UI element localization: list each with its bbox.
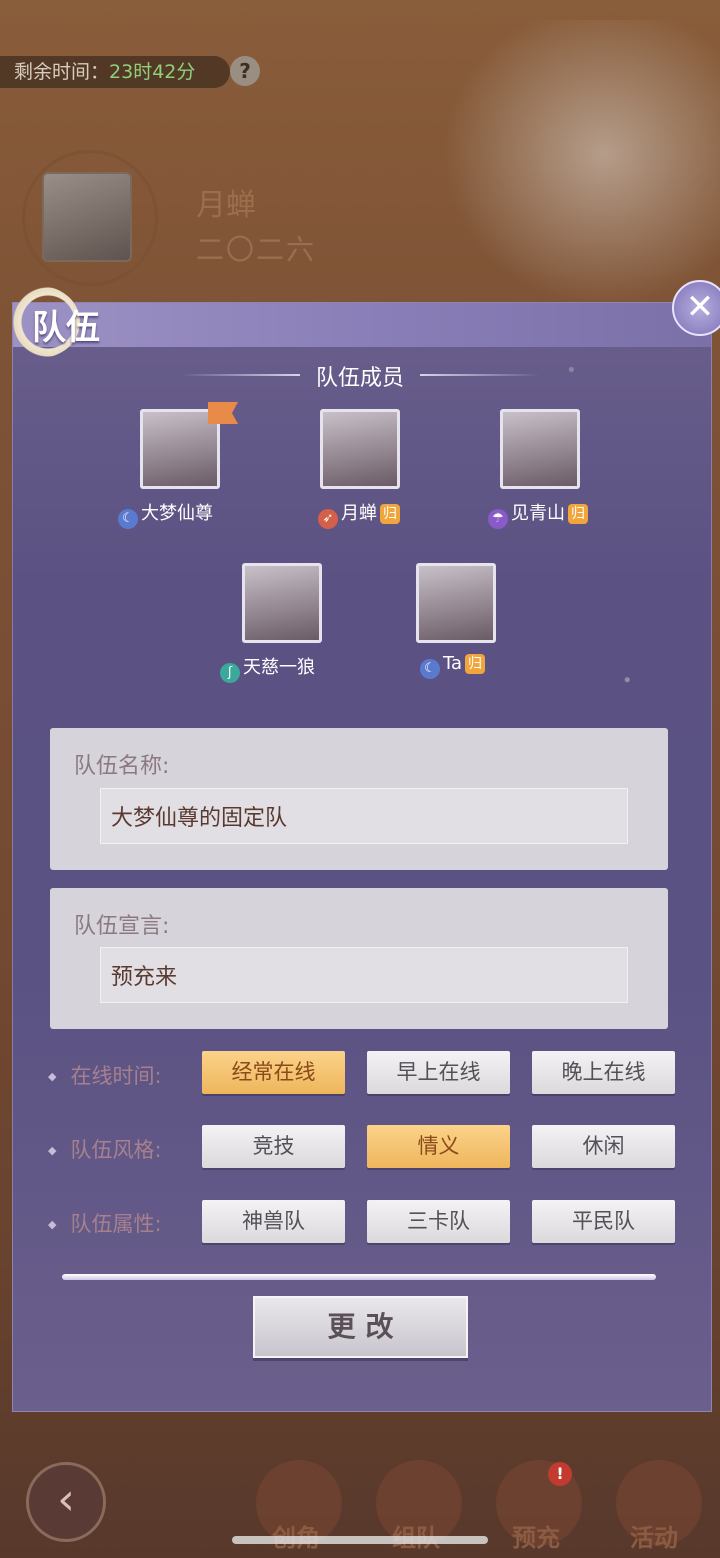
option-three-card-team[interactable]: 三卡队 — [367, 1200, 510, 1243]
team-attr-label: 队伍属性: — [48, 1208, 161, 1238]
member-name-text: 大梦仙尊 — [141, 503, 213, 524]
nav-label-precharge: 预充 — [512, 1524, 560, 1552]
member-name-1: ☾ 大梦仙尊 — [118, 499, 213, 529]
option-morning-online[interactable]: 早上在线 — [367, 1051, 510, 1094]
team-style-label: 队伍风格: — [48, 1134, 161, 1164]
option-evening-online[interactable]: 晚上在线 — [532, 1051, 675, 1094]
team-name-input[interactable] — [100, 788, 628, 844]
member-name-2: ➶ 月蝉归 — [318, 499, 400, 529]
team-motto-label: 队伍宣言: — [74, 914, 170, 939]
option-free-player-team[interactable]: 平民队 — [532, 1200, 675, 1243]
returning-tag: 归 — [568, 504, 588, 524]
feather-class-icon: ʃ — [220, 663, 240, 683]
home-indicator[interactable] — [232, 1536, 488, 1544]
background-player-subtitle: 二〇二六 — [196, 233, 317, 266]
member-portrait-4[interactable] — [242, 563, 322, 643]
background-character-art — [430, 20, 720, 320]
member-name-text: 月蝉 — [341, 503, 377, 524]
option-often-online[interactable]: 经常在线 — [202, 1051, 345, 1094]
option-competitive[interactable]: 竞技 — [202, 1125, 345, 1168]
member-name-text: 见青山 — [511, 503, 565, 524]
member-name-3: ☂ 见青山归 — [488, 499, 588, 529]
nav-label-activity: 活动 — [630, 1524, 678, 1552]
moon-class-icon: ☾ — [118, 509, 138, 529]
scroll-divider — [62, 1274, 656, 1280]
alert-badge: ! — [548, 1462, 572, 1486]
option-friendship[interactable]: 情义 — [367, 1125, 510, 1168]
team-motto-box: 队伍宣言: — [50, 888, 668, 1029]
background-avatar — [42, 172, 132, 262]
back-arrow-icon[interactable]: ‹ — [26, 1462, 106, 1542]
member-name-4: ʃ 天慈一狼 — [220, 653, 315, 683]
team-name-label: 队伍名称: — [74, 754, 170, 779]
members-title: 队伍成员 — [315, 366, 404, 391]
team-motto-input[interactable] — [100, 947, 628, 1003]
background-player-name: 月蝉 — [196, 188, 256, 223]
close-x-icon[interactable]: ✕ — [672, 280, 720, 336]
returning-tag: 归 — [380, 504, 400, 524]
timer-value: 23时42分 — [109, 61, 196, 83]
timer-label: 剩余时间： — [14, 61, 110, 83]
team-name-box: 队伍名称: — [50, 728, 668, 870]
member-portrait-2[interactable] — [320, 409, 400, 489]
member-name-5: ☾ Ta 归 — [420, 653, 486, 679]
umbrella-class-icon: ☂ — [488, 509, 508, 529]
member-name-text: Ta — [443, 653, 463, 674]
online-time-label: 在线时间: — [48, 1060, 161, 1090]
change-button[interactable]: 更改 — [253, 1296, 468, 1358]
arrow-class-icon: ➶ — [318, 509, 338, 529]
question-mark-icon[interactable]: ? — [230, 56, 260, 86]
remaining-time: 剩余时间：23时42分 — [0, 56, 230, 88]
member-name-text: 天慈一狼 — [243, 657, 315, 678]
title-decoration-right — [420, 374, 540, 376]
moon-class-icon: ☾ — [420, 659, 440, 679]
option-casual[interactable]: 休闲 — [532, 1125, 675, 1168]
dialog-header-bar — [13, 303, 711, 347]
member-portrait-3[interactable] — [500, 409, 580, 489]
option-beast-team[interactable]: 神兽队 — [202, 1200, 345, 1243]
member-portrait-5[interactable] — [416, 563, 496, 643]
returning-tag: 归 — [465, 654, 486, 674]
dialog-title: 队伍 — [32, 308, 100, 348]
